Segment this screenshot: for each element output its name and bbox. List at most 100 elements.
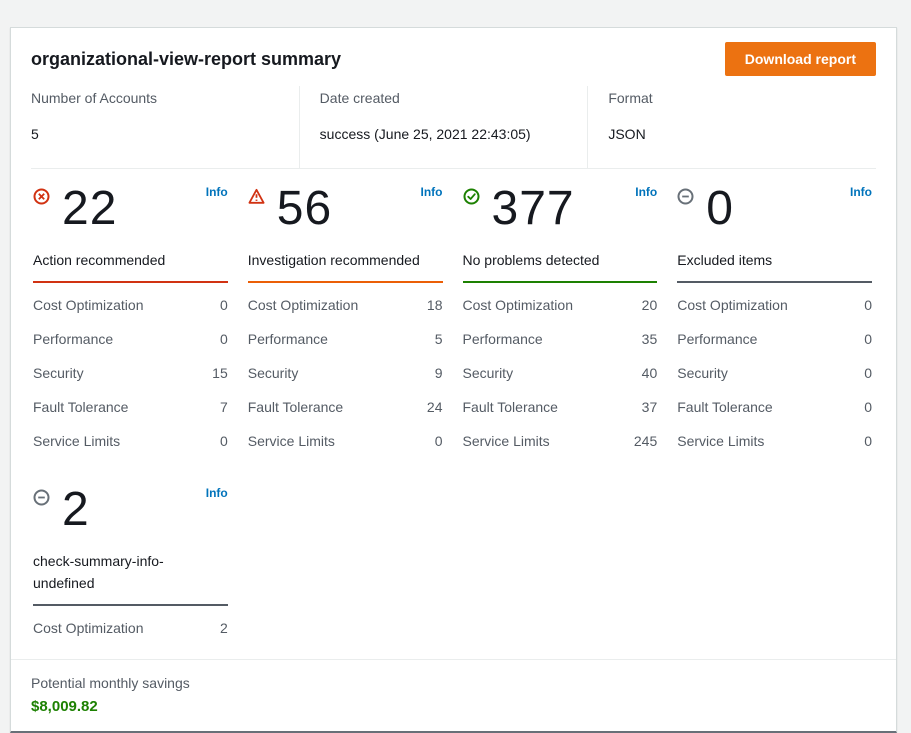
card-investigation-recommended: 56 Info Investigation recommended Cost O… [248,183,443,458]
category-value: 37 [642,397,658,417]
category-row: Service Limits 245 [463,424,658,458]
page-title: organizational-view-report summary [31,49,341,70]
card-count: 22 [62,183,228,235]
category-value: 2 [220,618,228,638]
category-row: Cost Optimization 0 [33,288,228,322]
info-link[interactable]: Info [206,486,228,500]
card-top: 0 Info [677,183,872,243]
category-row: Performance 35 [463,322,658,356]
category-value: 0 [220,431,228,451]
card-no-problems-detected: 377 Info No problems detected Cost Optim… [463,183,658,458]
category-value: 0 [435,431,443,451]
category-label: Fault Tolerance [463,397,558,417]
card-label: Action recommended [33,252,165,268]
card-excluded-items: 0 Info Excluded items Cost Optimization … [677,183,872,458]
card-count: 56 [277,183,443,235]
category-value: 20 [642,295,658,315]
card-rows: Cost Optimization 0 Performance 0 Securi… [33,288,228,458]
category-label: Security [463,363,514,383]
savings-amount: $8,009.82 [31,698,876,715]
card-top: 2 Info [33,484,228,544]
meta-label: Format [608,88,876,108]
category-row: Cost Optimization 2 [33,611,228,645]
category-label: Cost Optimization [463,295,573,315]
category-value: 0 [864,431,872,451]
card-label-underline: Action recommended [33,243,228,283]
success-check-circle-icon [463,188,480,205]
category-label: Cost Optimization [33,295,143,315]
category-label: Service Limits [248,431,335,451]
card-count: 377 [492,183,658,235]
category-value: 40 [642,363,658,383]
potential-monthly-savings: Potential monthly savings $8,009.82 [11,659,896,731]
category-label: Performance [463,329,543,349]
category-row: Security 0 [677,356,872,390]
category-row: Performance 5 [248,322,443,356]
info-link[interactable]: Info [850,185,872,199]
category-value: 18 [427,295,443,315]
meta-date-created: Date created success (June 25, 2021 22:4… [299,86,588,168]
category-row: Service Limits 0 [33,424,228,458]
card-count: 2 [62,484,228,536]
category-row: Security 15 [33,356,228,390]
card-label: check-summary-info-undefined [33,550,191,594]
card-rows: Cost Optimization 2 [33,611,228,645]
card-rows: Cost Optimization 0 Performance 0 Securi… [677,288,872,458]
card-label-underline: Excluded items [677,243,872,283]
card-top: 56 Info [248,183,443,243]
category-label: Security [33,363,84,383]
category-row: Service Limits 0 [248,424,443,458]
meta-number-of-accounts: Number of Accounts 5 [31,86,299,168]
category-label: Cost Optimization [248,295,358,315]
category-value: 7 [220,397,228,417]
meta-value: JSON [608,124,876,144]
category-value: 0 [864,295,872,315]
info-link[interactable]: Info [635,185,657,199]
panel-header: organizational-view-report summary Downl… [11,28,896,86]
category-value: 0 [864,397,872,417]
category-row: Fault Tolerance 37 [463,390,658,424]
category-row: Security 40 [463,356,658,390]
meta-format: Format JSON [587,86,876,168]
category-value: 35 [642,329,658,349]
download-report-button[interactable]: Download report [725,42,876,76]
category-row: Cost Optimization 0 [677,288,872,322]
summary-cards-grid: 22 Info Action recommended Cost Optimiza… [11,169,896,659]
category-value: 0 [864,329,872,349]
card-label-underline: No problems detected [463,243,658,283]
card-label: No problems detected [463,252,600,268]
category-label: Performance [248,329,328,349]
info-link[interactable]: Info [206,185,228,199]
category-row: Fault Tolerance 7 [33,390,228,424]
error-circle-icon [33,188,50,205]
card-label-underline: check-summary-info-undefined [33,544,228,606]
category-row: Fault Tolerance 24 [248,390,443,424]
category-row: Cost Optimization 18 [248,288,443,322]
card-top: 22 Info [33,183,228,243]
category-row: Security 9 [248,356,443,390]
card-check-summary-info-undefined: 2 Info check-summary-info-undefined Cost… [33,484,228,645]
card-label: Investigation recommended [248,252,420,268]
category-value: 15 [212,363,228,383]
card-label-underline: Investigation recommended [248,243,443,283]
category-label: Performance [33,329,113,349]
warning-triangle-icon [248,188,265,205]
card-top: 377 Info [463,183,658,243]
category-value: 5 [435,329,443,349]
meta-value: 5 [31,124,299,144]
category-value: 0 [220,329,228,349]
meta-value: success (June 25, 2021 22:43:05) [320,124,588,144]
report-meta: Number of Accounts 5 Date created succes… [31,86,876,169]
category-value: 0 [864,363,872,383]
grid-spacer [248,484,443,645]
savings-label: Potential monthly savings [31,673,876,693]
category-label: Cost Optimization [33,618,143,638]
category-label: Service Limits [677,431,764,451]
info-link[interactable]: Info [421,185,443,199]
meta-label: Date created [320,88,588,108]
category-label: Performance [677,329,757,349]
category-value: 0 [220,295,228,315]
category-label: Service Limits [463,431,550,451]
grid-spacer [677,484,872,645]
category-label: Fault Tolerance [677,397,772,417]
